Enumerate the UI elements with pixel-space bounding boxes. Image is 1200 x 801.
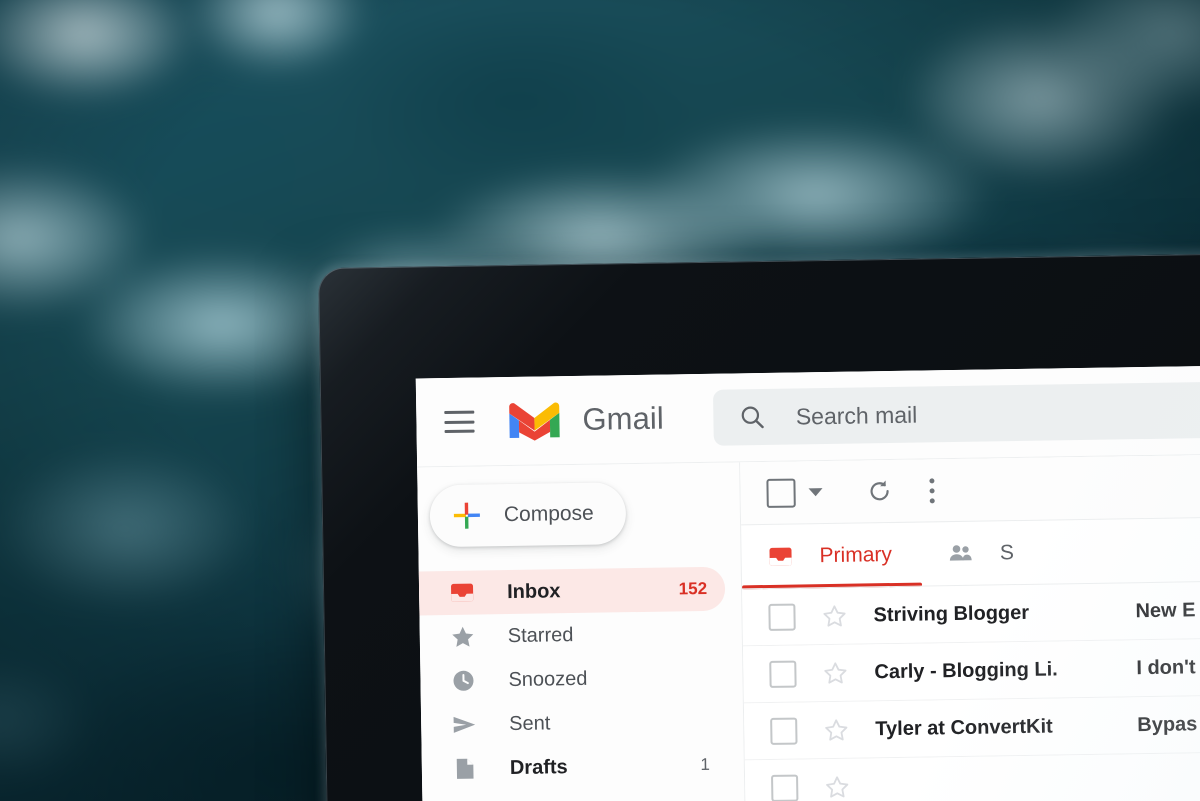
star-icon[interactable]: [822, 660, 848, 686]
sidebar-item-label: Drafts: [509, 755, 568, 779]
sidebar-item-count: 152: [678, 578, 708, 599]
laptop-screen: Gmail Search mail Compose Inbox 152 Star…: [415, 364, 1200, 801]
drafts-icon: [456, 758, 474, 779]
row-checkbox[interactable]: [770, 717, 798, 745]
clock-icon: [453, 670, 474, 691]
star-icon[interactable]: [821, 603, 847, 629]
sidebar-item-starred[interactable]: Starred: [419, 611, 726, 660]
sidebar-item-inbox[interactable]: Inbox 152: [418, 566, 726, 616]
hamburger-bar: [444, 420, 475, 424]
gmail-wordmark: Gmail: [582, 400, 665, 437]
sidebar-item-count: 1: [700, 754, 710, 775]
gmail-m-logo: [509, 402, 560, 441]
row-subject: I don't: [1136, 655, 1196, 679]
more-dot: [929, 497, 935, 503]
refresh-icon[interactable]: [866, 478, 892, 504]
gmail-sidebar: Compose Inbox 152 Starred Snoozed Sent D…: [417, 462, 746, 801]
sidebar-item-label: Sent: [509, 711, 551, 735]
table-row[interactable]: Striving Blogger New E: [742, 580, 1200, 647]
tab-label: Primary: [819, 543, 893, 568]
more-dot: [929, 487, 935, 493]
row-checkbox[interactable]: [768, 603, 796, 631]
screenshot-stage: Gmail Search mail Compose Inbox 152 Star…: [0, 0, 1200, 801]
inbox-icon: [451, 583, 474, 602]
sidebar-item-snoozed[interactable]: Snoozed: [420, 655, 727, 704]
tab-label: S: [999, 541, 1015, 565]
sidebar-item-label: Starred: [507, 623, 574, 647]
hamburger-bar: [444, 429, 475, 434]
sidebar-item-label: Inbox: [506, 579, 561, 603]
table-row[interactable]: Tyler at ConvertKit Bypas: [743, 694, 1200, 761]
people-icon: [950, 545, 973, 561]
more-dot: [928, 477, 934, 483]
more-vertical-icon[interactable]: [928, 477, 935, 503]
table-row[interactable]: Carly - Blogging Li. I don't: [742, 637, 1200, 704]
hamburger-menu-icon[interactable]: [444, 410, 475, 434]
gmail-app: Gmail Search mail Compose Inbox 152 Star…: [415, 364, 1200, 801]
sidebar-item-sent[interactable]: Sent: [421, 699, 728, 748]
row-checkbox[interactable]: [771, 774, 799, 801]
plus-icon: [453, 502, 480, 529]
laptop-device: Gmail Search mail Compose Inbox 152 Star…: [318, 252, 1200, 801]
row-sender: Tyler at ConvertKit: [875, 715, 1053, 740]
sidebar-item-drafts[interactable]: Drafts 1: [422, 743, 729, 792]
gmail-body: Compose Inbox 152 Starred Snoozed Sent D…: [417, 453, 1200, 801]
tab-social[interactable]: S: [921, 521, 1044, 587]
inbox-icon: [769, 547, 792, 566]
search-placeholder: Search mail: [795, 401, 918, 430]
table-row[interactable]: [744, 751, 1200, 801]
select-all-checkbox[interactable]: [766, 478, 796, 508]
row-subject: New E: [1135, 598, 1196, 622]
category-tabs: Primary S: [741, 516, 1200, 590]
star-icon: [452, 626, 474, 647]
sidebar-item-label: Snoozed: [508, 667, 588, 691]
row-subject: Bypas: [1137, 712, 1198, 736]
mail-list-toolbar: [740, 453, 1200, 526]
search-input[interactable]: Search mail: [713, 380, 1200, 446]
chevron-down-icon[interactable]: [808, 488, 823, 497]
star-icon[interactable]: [823, 717, 849, 743]
star-icon[interactable]: [824, 774, 850, 800]
gmail-header: Gmail Search mail: [415, 364, 1200, 468]
tab-primary[interactable]: Primary: [741, 523, 922, 590]
gmail-mail-list: Primary S Striving Blogger New E Carly -…: [739, 453, 1200, 801]
send-icon: [453, 716, 476, 733]
sidebar-nav-list: Inbox 152 Starred Snoozed Sent Drafts 1: [418, 566, 744, 792]
compose-button[interactable]: Compose: [429, 482, 627, 548]
compose-label: Compose: [503, 501, 594, 527]
row-sender: Striving Blogger: [873, 601, 1030, 626]
row-checkbox[interactable]: [769, 660, 797, 688]
search-icon: [742, 406, 765, 429]
row-sender: Carly - Blogging Li.: [874, 657, 1058, 683]
hamburger-bar: [444, 410, 475, 415]
